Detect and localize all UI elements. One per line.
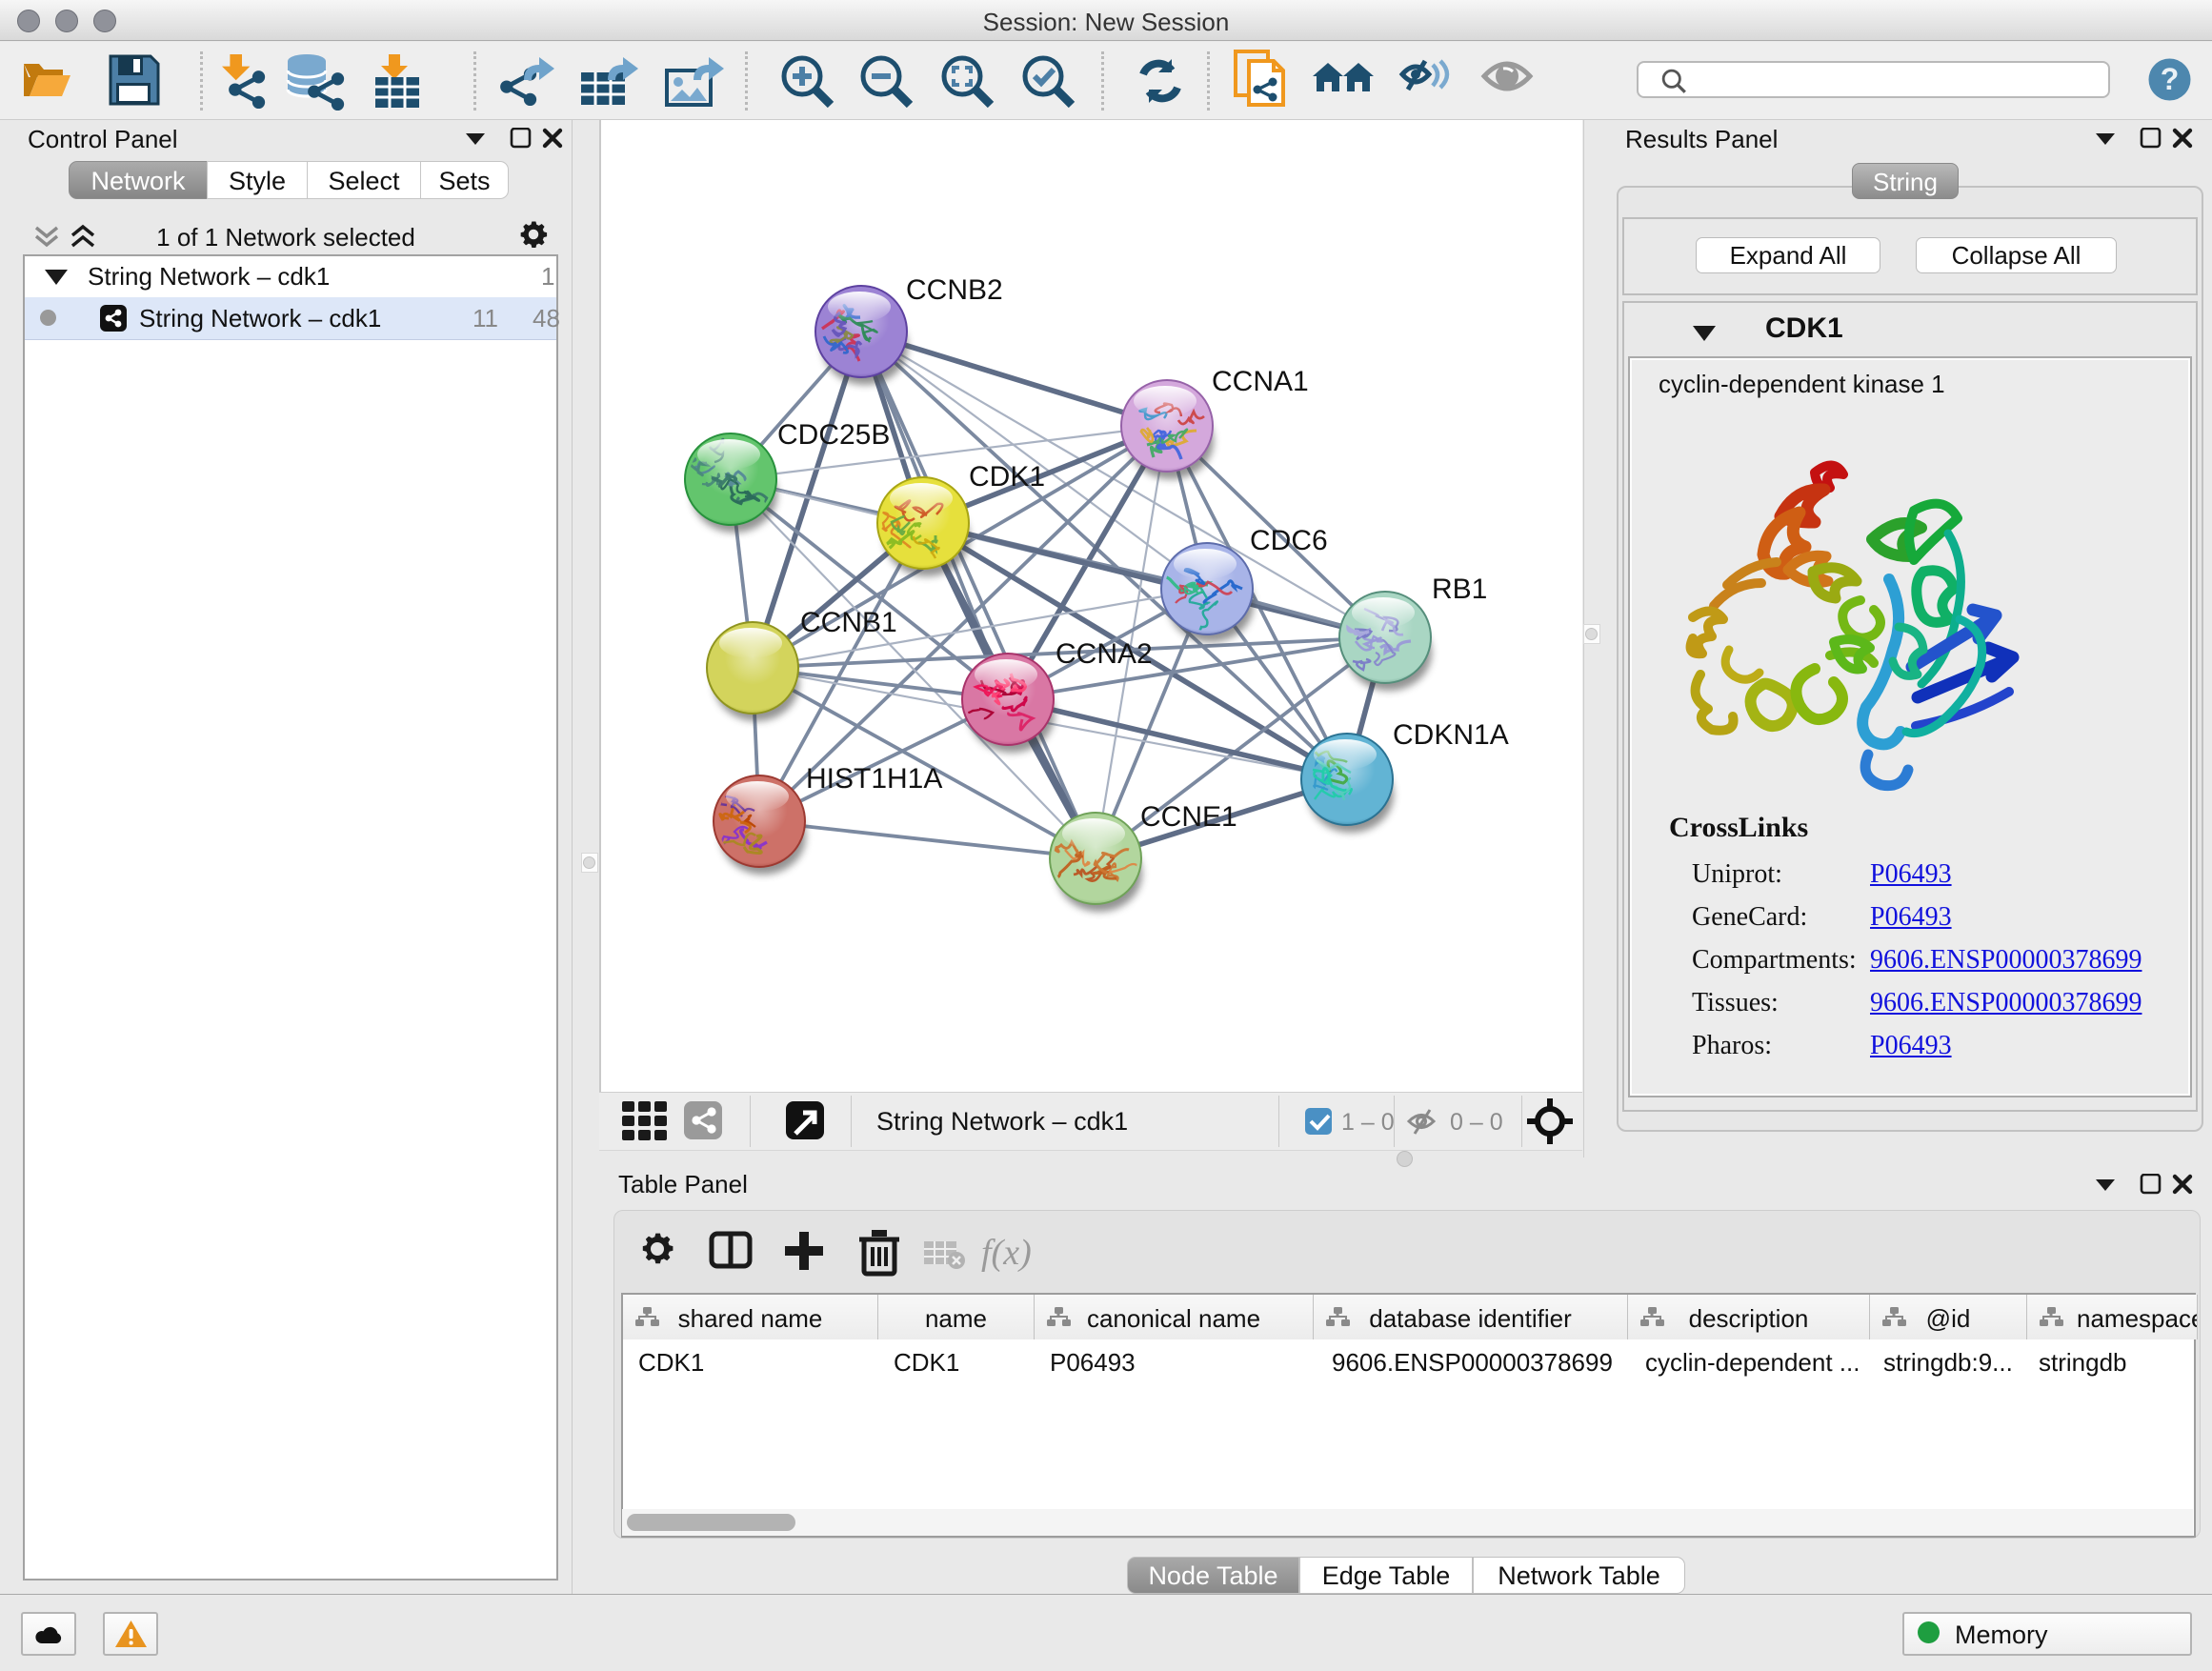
svg-text:f(x): f(x) xyxy=(981,1233,1032,1273)
svg-text:1 – 0: 1 – 0 xyxy=(1341,1109,1395,1136)
svg-text:RB1: RB1 xyxy=(1432,574,1487,605)
svg-text:CCNB2: CCNB2 xyxy=(906,274,1003,306)
svg-text:CDC6: CDC6 xyxy=(1250,525,1328,556)
svg-text:CDKN1A: CDKN1A xyxy=(1393,719,1509,751)
svg-text:CCNE1: CCNE1 xyxy=(1140,801,1237,833)
svg-text:?: ? xyxy=(2161,62,2180,96)
svg-text:0 – 0: 0 – 0 xyxy=(1450,1109,1503,1136)
svg-text:CDC25B: CDC25B xyxy=(777,419,890,451)
svg-text:HIST1H1A: HIST1H1A xyxy=(806,763,942,795)
svg-text:CCNA1: CCNA1 xyxy=(1212,366,1309,397)
svg-text:CCNB1: CCNB1 xyxy=(800,607,897,638)
svg-text:CDK1: CDK1 xyxy=(969,461,1045,493)
svg-text:String Network – cdk1: String Network – cdk1 xyxy=(876,1107,1128,1136)
svg-text:CCNA2: CCNA2 xyxy=(1056,638,1153,670)
